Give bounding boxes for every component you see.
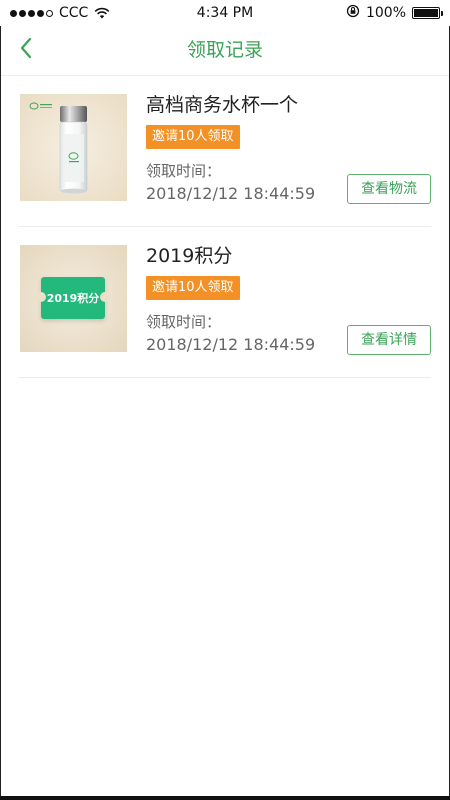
status-bar: CCC 4:34 PM 100% xyxy=(0,0,450,26)
list-item: 高档商务水杯一个 邀请10人领取 领取时间： 2018/12/12 18:44:… xyxy=(19,76,431,227)
nav-bar: 领取记录 xyxy=(0,26,450,76)
screen-edge-left xyxy=(0,26,1,800)
back-button[interactable] xyxy=(10,34,42,66)
battery-icon xyxy=(412,7,443,19)
signal-dot-empty xyxy=(46,9,53,17)
orientation-lock-icon xyxy=(346,4,360,22)
battery-fill xyxy=(414,9,438,17)
chevron-left-icon xyxy=(19,37,33,63)
view-logistics-button[interactable]: 查看物流 xyxy=(347,174,431,204)
condition-tag: 邀请10人领取 xyxy=(146,125,240,149)
record-title: 高档商务水杯一个 xyxy=(146,94,299,116)
view-details-button[interactable]: 查看详情 xyxy=(347,325,431,355)
points-ticket-graphic: 2019积分 xyxy=(36,277,110,319)
status-right: 100% xyxy=(346,4,443,22)
glass-cup-image xyxy=(20,94,127,201)
signal-strength-icon xyxy=(10,9,53,17)
signal-dot xyxy=(10,9,17,17)
signal-dot xyxy=(37,9,44,17)
battery-percent: 100% xyxy=(365,5,406,21)
claim-time: 2018/12/12 18:44:59 xyxy=(146,184,316,203)
points-ticket-image: 2019积分 xyxy=(20,245,127,352)
screen-edge-bottom xyxy=(0,796,450,800)
record-title: 2019积分 xyxy=(146,245,233,267)
condition-tag: 邀请10人领取 xyxy=(146,276,240,300)
wifi-icon xyxy=(94,7,110,19)
page-title: 领取记录 xyxy=(186,39,263,61)
time-label: 领取时间： xyxy=(146,162,222,180)
list-item: 2019积分 2019积分 邀请10人领取 领取时间： 2018/12/12 1… xyxy=(19,227,431,378)
time-label: 领取时间： xyxy=(146,313,222,331)
record-list: 高档商务水杯一个 邀请10人领取 领取时间： 2018/12/12 18:44:… xyxy=(0,76,450,378)
signal-dot xyxy=(28,9,35,17)
claim-time: 2018/12/12 18:44:59 xyxy=(146,335,316,354)
carrier-name: CCC xyxy=(59,5,89,21)
signal-dot xyxy=(19,9,26,17)
status-left: CCC xyxy=(10,5,110,21)
